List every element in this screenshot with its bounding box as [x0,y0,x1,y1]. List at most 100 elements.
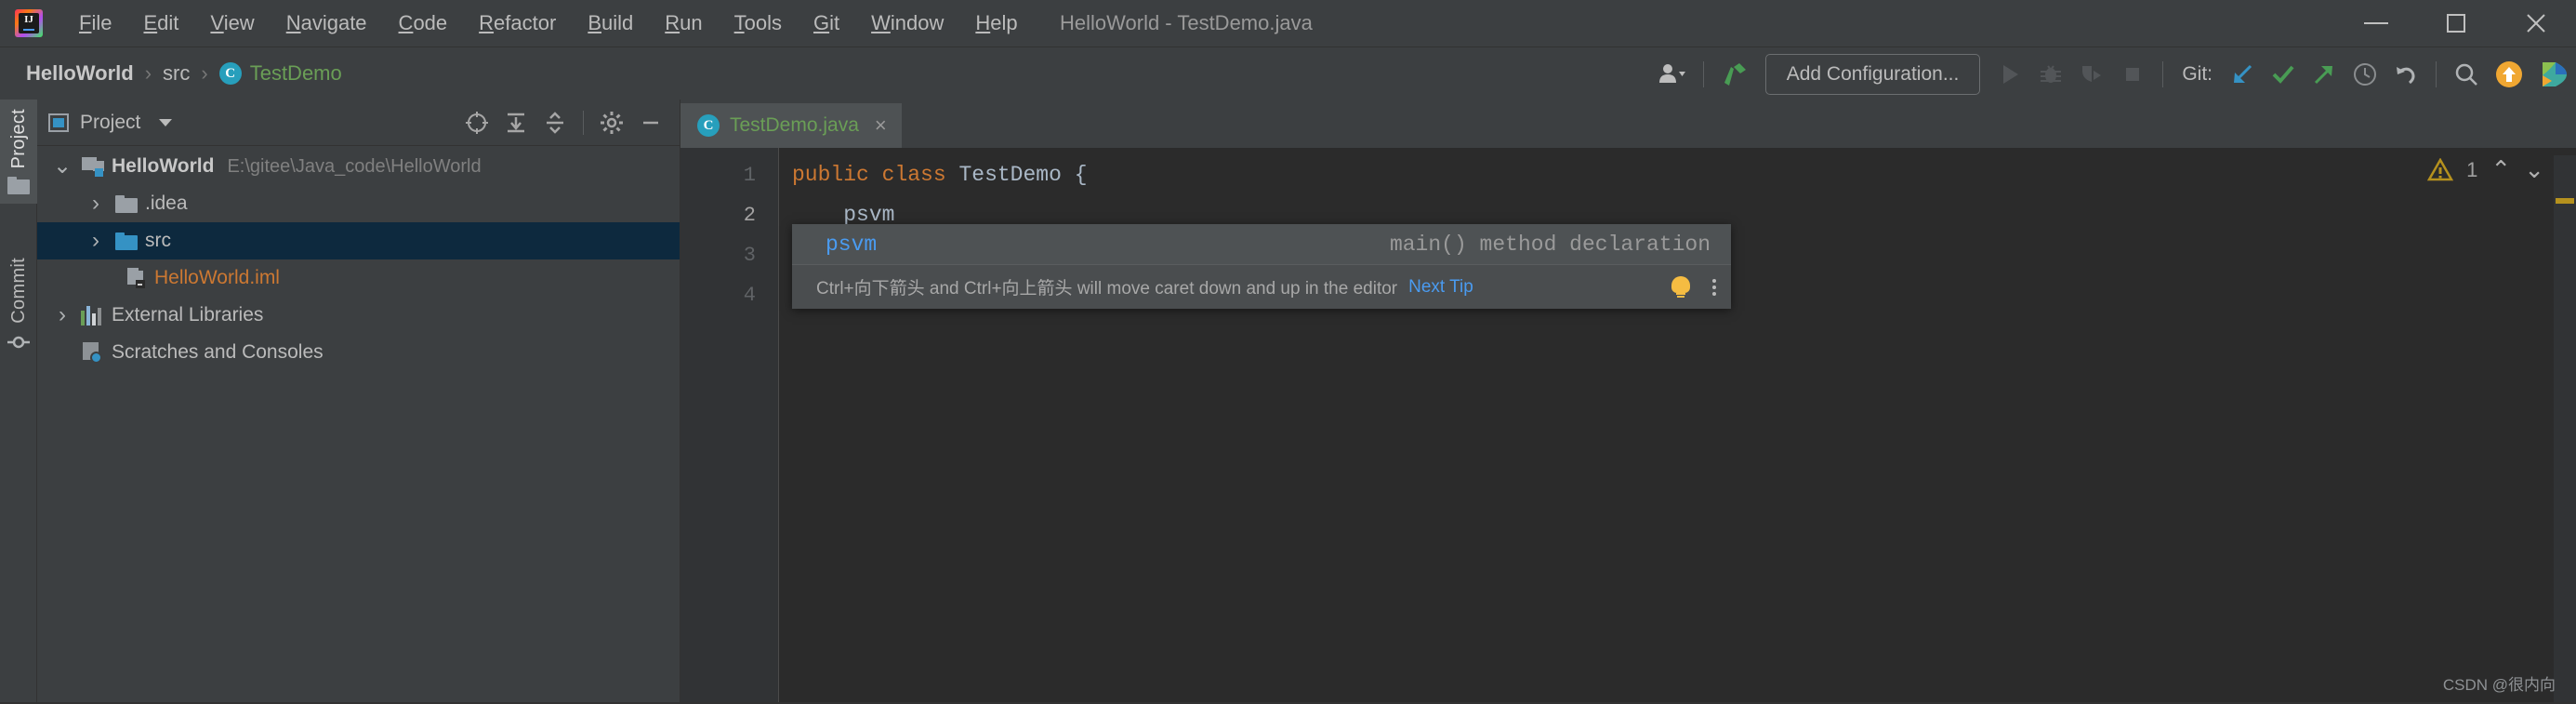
tree-row-helloworld[interactable]: ⌄ HelloWorld E:\gitee\Java_code\HelloWor… [37,148,680,185]
autocomplete-item-description: main() method declaration [1389,232,1711,257]
bug-icon [2041,64,2062,83]
menu-git[interactable]: Git [798,6,855,41]
inspection-widget[interactable]: 1 ⌃ ⌄ [2427,155,2544,184]
tree-row-helloworld-iml[interactable]: HelloWorld.iml [37,259,680,297]
class-icon: C [218,62,242,85]
tree-row-external-libraries[interactable]: › External Libraries [37,297,680,334]
expand-chevron-idea[interactable]: › [80,193,112,215]
select-opened-file-button[interactable] [459,105,495,140]
lightbulb-icon[interactable] [1671,275,1690,299]
editor-tab-testdemo[interactable]: C TestDemo.java × [680,103,902,152]
menu-run-mnemonic: R [665,11,680,34]
minimize-button[interactable] [2336,0,2416,46]
tree-label-external-libraries: External Libraries [112,304,264,325]
hide-panel-button[interactable] [633,105,668,140]
project-panel-title-group[interactable]: Project [48,111,173,134]
intellij-idea-window: IJ File Edit View Navigate Code Refactor… [0,0,2576,704]
token-class: class [881,163,946,187]
sidebar-item-commit[interactable]: Commit [0,248,37,362]
breadcrumb-testdemo[interactable]: C TestDemo [214,58,348,89]
build-project-button[interactable] [1713,54,1756,95]
git-push-button[interactable] [2304,54,2345,95]
expand-all-button[interactable] [498,105,534,140]
iml-file-icon [121,268,151,288]
line-number-1: 1 [743,164,756,187]
menu-help-mnemonic: H [975,11,991,34]
collapse-all-icon [547,111,563,134]
menu-refactor-rest: efactor [494,11,557,34]
menu-run-rest: un [680,11,703,34]
editor-area: C TestDemo.java × 1 2 3 4 public class T… [680,100,2576,704]
menu-refactor[interactable]: Refactor [463,6,572,41]
menu-file-rest: ile [91,11,112,34]
project-panel-title: Project [80,111,141,133]
breadcrumb-helloworld[interactable]: HelloWorld [20,58,139,89]
window-title: HelloWorld - TestDemo.java [1060,11,1313,34]
git-update-button[interactable] [2222,54,2263,95]
sidebar-item-commit-label: Commit [7,258,29,324]
next-tip-link[interactable]: Next Tip [1408,277,1473,298]
menu-window[interactable]: Window [855,6,959,41]
code-text-area[interactable]: public class TestDemo { psvm } psvm main… [779,148,2576,704]
navigation-bar: HelloWorld › src › C TestDemo Add Config… [0,46,2576,100]
add-configuration-button[interactable]: Add Configuration... [1764,53,1981,95]
line-number-3: 3 [743,244,756,267]
expand-chevron-src[interactable]: › [80,230,112,252]
more-options-icon[interactable] [1712,278,1716,296]
project-settings-button[interactable] [594,105,629,140]
menu-navigate-rest: avigate [300,11,367,34]
commit-icon [7,336,30,348]
token-open-brace: { [1074,163,1088,187]
library-icon [78,305,108,325]
menu-tools[interactable]: Tools [719,6,798,41]
menu-view[interactable]: View [194,6,270,41]
ide-feature-icon-button[interactable] [2531,54,2576,95]
warning-marker[interactable] [2556,198,2574,204]
maximize-button[interactable] [2416,0,2496,46]
tree-label-helloworld: HelloWorld [112,155,215,177]
menu-help[interactable]: Help [959,6,1033,41]
window-controls [2336,0,2576,46]
title-bar: IJ File Edit View Navigate Code Refactor… [0,0,2576,46]
menu-build[interactable]: Build [572,6,649,41]
autocomplete-item-psvm[interactable]: psvm main() method declaration [792,224,1731,264]
update-arrow-icon [2496,60,2522,87]
debug-button[interactable] [2030,54,2071,95]
menu-code[interactable]: Code [383,6,464,41]
menu-code-mnemonic: C [398,11,414,34]
tree-row-idea[interactable]: › .idea [37,185,680,222]
menu-navigate[interactable]: Navigate [271,6,383,41]
update-available-button[interactable] [2487,54,2531,95]
close-icon[interactable]: × [875,113,887,138]
close-button[interactable] [2496,0,2576,46]
watermark: CSDN @很内向 [2442,676,2556,694]
search-everywhere-button[interactable] [2446,54,2487,95]
sidebar-item-project[interactable]: Project [0,100,37,205]
git-commit-button[interactable] [2263,54,2304,95]
minimize-panel-icon [643,121,658,124]
expand-chevron-helloworld[interactable]: ⌄ [46,154,78,178]
folder-icon [112,194,141,213]
error-stripe-marker-bar[interactable] [2554,155,2576,704]
menu-run[interactable]: Run [649,6,718,41]
editor-tab-label: TestDemo.java [730,114,859,136]
expand-chevron-external-libraries[interactable]: › [46,304,78,326]
run-button[interactable] [1989,54,2030,95]
git-history-button[interactable] [2345,54,2385,95]
undo-button[interactable] [2385,54,2426,95]
tool-window-stripe-left: Project Commit [0,100,37,704]
tree-row-src[interactable]: › src [37,222,680,259]
breadcrumb-src[interactable]: src [157,58,195,89]
tree-row-scratches[interactable]: Scratches and Consoles [37,334,680,371]
menu-edit[interactable]: Edit [127,6,194,41]
close-icon [2527,14,2545,33]
gear-icon [601,111,623,134]
maximize-icon [2447,14,2465,33]
chevron-up-icon[interactable]: ⌃ [2490,155,2511,184]
user-account-button[interactable] [1651,54,1694,95]
stop-button[interactable] [2112,54,2153,95]
run-with-coverage-button[interactable] [2071,54,2112,95]
collapse-all-button[interactable] [537,105,573,140]
chevron-down-icon[interactable]: ⌄ [2524,155,2544,184]
menu-file[interactable]: File [63,6,127,41]
